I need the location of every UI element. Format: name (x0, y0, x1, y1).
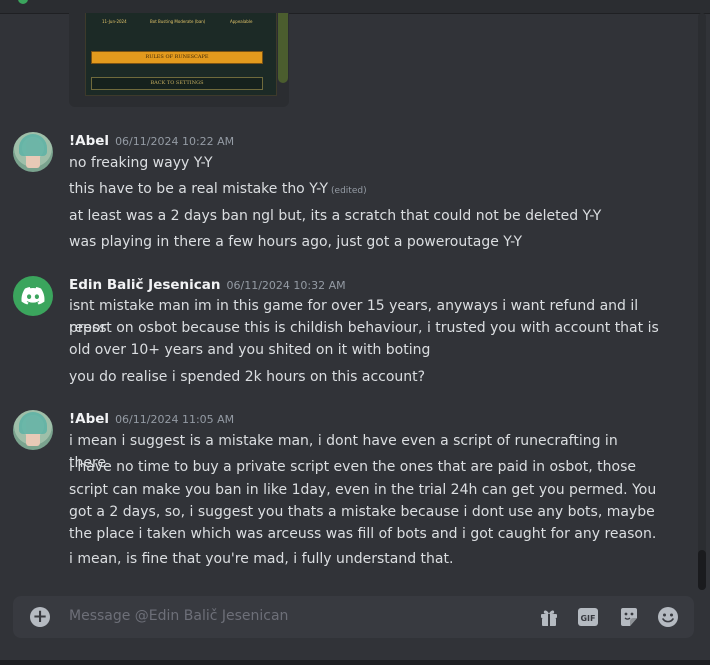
author-line: Edin Balič Jesenican 06/11/2024 10:32 AM (69, 277, 346, 293)
side-decoration (278, 13, 288, 83)
message-text-edited: this have to be a real mistake tho Y-Y (e… (69, 178, 659, 202)
bottom-edge (0, 660, 710, 665)
message-text: old over 10+ years and you shited on it … (69, 342, 431, 358)
ban-date: 11-Jun-2024 (102, 19, 127, 24)
image-attachment[interactable]: 11-Jun-2024 Bot Busting Moderate (ban) A… (69, 13, 289, 107)
message-composer[interactable]: + Message @Edin Balič Jesenican GIF (13, 596, 694, 638)
avatar[interactable] (13, 410, 53, 450)
message-text: got a 2 days, so, i suggest you thats a … (69, 504, 655, 520)
discord-logo-icon (21, 287, 45, 305)
message-text: i have no time to buy a private script e… (69, 459, 637, 475)
add-icon[interactable]: + (30, 607, 50, 627)
gif-icon[interactable]: GIF (577, 606, 599, 628)
message-text: the place i taken which was arceuss was … (69, 526, 657, 542)
avatar[interactable] (13, 132, 53, 172)
avatar[interactable] (13, 276, 53, 316)
message-text: script can make you ban in like 1day, ev… (69, 482, 657, 498)
ban-reason: Bot Busting Moderate (ban) (150, 19, 206, 24)
message-input[interactable]: Message @Edin Balič Jesenican (69, 608, 288, 624)
scrollbar-track[interactable] (698, 13, 706, 590)
status-dot-icon (18, 0, 28, 4)
runescape-screenshot: 11-Jun-2024 Bot Busting Moderate (ban) A… (85, 13, 288, 96)
sticker-icon[interactable] (618, 606, 640, 628)
message-text: at least was a 2 days ban ngl but, its a… (69, 208, 602, 224)
svg-text:GIF: GIF (580, 614, 595, 623)
author-line: !Abel 06/11/2024 11:05 AM (69, 411, 234, 427)
message-text: you do realise i spended 2k hours on thi… (69, 369, 426, 385)
author-line: !Abel 06/11/2024 10:22 AM (69, 133, 234, 149)
timestamp: 06/11/2024 10:22 AM (115, 135, 235, 148)
gift-icon[interactable] (538, 606, 560, 628)
timestamp: 06/11/2024 10:32 AM (226, 279, 346, 292)
message-text: this have to be a real mistake tho Y-Y (69, 181, 329, 197)
emoji-icon[interactable] (657, 606, 679, 628)
message-text: was playing in there a few hours ago, ju… (69, 234, 523, 250)
edited-label: (edited) (331, 186, 367, 196)
author-name[interactable]: !Abel (69, 411, 109, 427)
message-text: i mean, is fine that you're mad, i fully… (69, 551, 454, 567)
ban-row: 11-Jun-2024 Bot Busting Moderate (ban) A… (98, 17, 268, 27)
top-bar (0, 0, 710, 14)
message-text: no freaking wayy Y-Y (69, 155, 213, 171)
author-name[interactable]: Edin Balič Jesenican (69, 277, 221, 293)
rules-button: RULES OF RUNESCAPE (91, 51, 263, 64)
scrollbar-thumb[interactable] (698, 550, 706, 590)
author-name[interactable]: !Abel (69, 133, 109, 149)
back-to-settings-button: BACK TO SETTINGS (91, 77, 263, 90)
message-text: report on osbot because this is childish… (69, 320, 659, 336)
ban-status: Appealable (230, 19, 253, 24)
timestamp: 06/11/2024 11:05 AM (115, 413, 235, 426)
